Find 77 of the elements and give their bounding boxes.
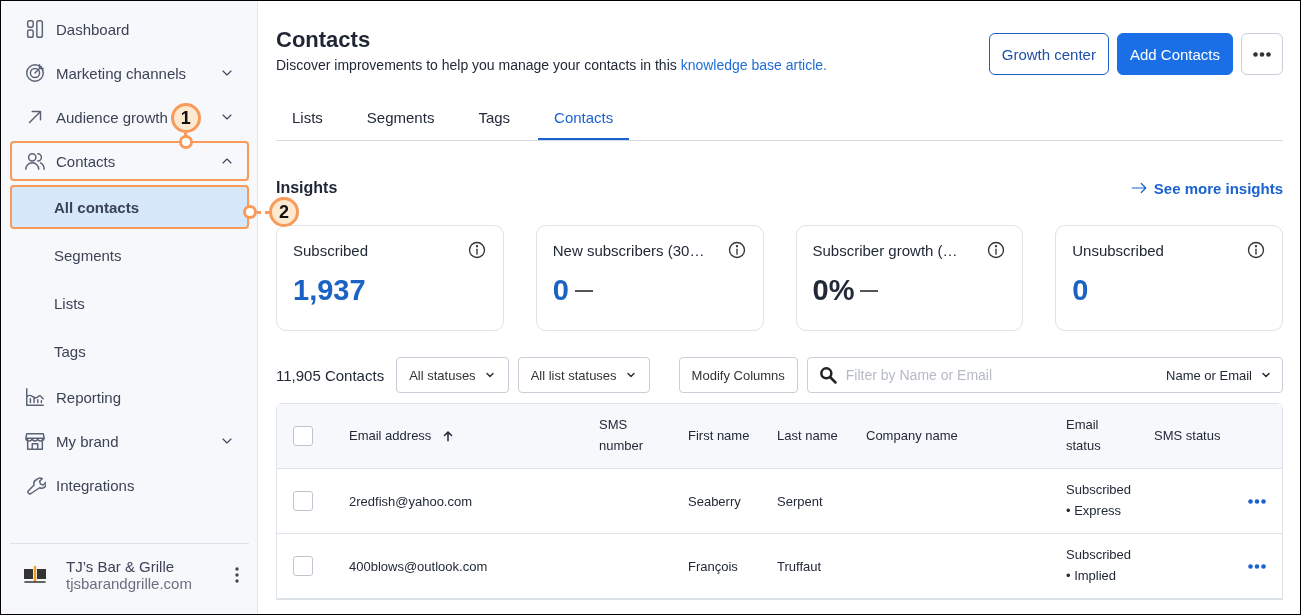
column-header[interactable]: Email address — [349, 425, 432, 447]
column-header[interactable]: First name — [688, 425, 750, 447]
see-more-insights-link[interactable]: See more insights — [1129, 179, 1283, 197]
sidebar-item[interactable]: Integrations — [56, 476, 135, 494]
ellipsis-icon — [1248, 563, 1266, 569]
search-scope-dropdown[interactable]: Name or Email — [1166, 367, 1272, 383]
stat-label: Subscribed — [293, 241, 369, 259]
stat-value: 0 — [552, 274, 569, 307]
sidebar-item[interactable]: My brand — [56, 432, 119, 450]
status-dropdown[interactable]: All list statuses — [517, 357, 650, 393]
status-dropdown[interactable]: All statuses — [396, 357, 509, 393]
modify-columns-button[interactable]: Modify Columns — [678, 357, 798, 393]
info-icon — [986, 240, 1007, 260]
wrench-icon — [24, 474, 46, 496]
tab[interactable]: Tags — [462, 99, 527, 140]
page-description: Discover improvements to help you manage your contacts in this knowledge base article. — [276, 57, 827, 73]
contacts-count: 11,905 Contacts — [276, 366, 385, 384]
row-actions-button[interactable] — [1248, 563, 1266, 569]
sidebar-item[interactable]: Contacts — [56, 152, 116, 170]
sidebar-item[interactable]: Audience growth — [56, 108, 168, 126]
table-cell: Serpent — [777, 493, 823, 509]
search-icon — [817, 365, 838, 385]
select-all-checkbox[interactable] — [293, 426, 313, 446]
info-icon — [726, 240, 747, 260]
stat-value: 1,937 — [293, 274, 366, 307]
row-actions-button[interactable] — [1248, 498, 1266, 504]
ellipsis-icon — [1248, 498, 1266, 504]
column-header[interactable]: SMS status — [1154, 425, 1221, 447]
tab[interactable]: Segments — [350, 99, 451, 140]
sidebar-item[interactable]: Reporting — [56, 388, 122, 406]
stat-label: New subscribers (30… — [552, 241, 705, 259]
sidebar-subitem[interactable]: Lists — [10, 281, 249, 325]
row-checkbox[interactable] — [293, 491, 313, 511]
storefront-icon — [24, 430, 46, 452]
column-header[interactable]: Last name — [777, 425, 838, 447]
sidebar-item[interactable]: Marketing channels — [56, 64, 187, 82]
growth-center-button[interactable]: Growth center — [988, 33, 1109, 75]
more-button[interactable] — [1241, 33, 1283, 75]
table-cell: Seaberry — [688, 493, 741, 509]
add-contacts-button[interactable]: Add Contacts — [1116, 33, 1233, 75]
section-heading: Insights — [276, 179, 338, 197]
target-icon — [24, 62, 46, 84]
row-checkbox[interactable] — [293, 556, 313, 576]
stat-value: 0 — [1072, 274, 1089, 307]
table-cell: François — [688, 558, 738, 574]
tab[interactable]: Lists — [276, 99, 339, 140]
stat-value: 0% — [812, 274, 855, 307]
table-cell-text: Subscribed — [1066, 481, 1132, 500]
sidebar-subitem[interactable]: Segments — [10, 233, 249, 277]
sidebar-item[interactable]: Dashboard — [56, 20, 130, 38]
grid-icon — [24, 18, 46, 40]
column-header[interactable]: SMS number — [599, 415, 655, 457]
stat-label: Unsubscribed — [1072, 241, 1164, 259]
table-cell-text: • Express — [1066, 502, 1123, 520]
info-icon — [466, 240, 487, 260]
column-header[interactable]: Company name — [866, 425, 958, 447]
kebab-icon — [235, 567, 239, 583]
chart-icon — [24, 386, 46, 408]
table-cell: 2redfish@yahoo.com — [349, 493, 473, 509]
account-name: TJ’s Bar & Grille — [66, 558, 176, 575]
sidebar-subitem[interactable]: All contacts — [10, 185, 249, 229]
ellipsis-icon — [1253, 51, 1271, 57]
table-cell-text: Subscribed — [1066, 546, 1132, 565]
tab[interactable]: Contacts — [538, 99, 630, 140]
stat-label: Subscriber growth (… — [812, 241, 958, 259]
search-field[interactable]: Filter by Name or Email Name or Email — [806, 357, 1283, 393]
table-cell-text: • Implied — [1066, 567, 1118, 585]
callout-number: 2 — [269, 197, 299, 227]
column-header[interactable]: Email status — [1066, 415, 1122, 457]
knowledge-base-link[interactable]: knowledge base article. — [680, 57, 827, 73]
info-icon — [1246, 240, 1266, 260]
table-cell: 400blows@outlook.com — [349, 558, 488, 574]
account-domain: tjsbarandgrille.com — [66, 575, 193, 592]
table-cell: Truffaut — [777, 558, 822, 574]
people-icon — [24, 150, 46, 172]
page-title: Contacts — [276, 27, 372, 53]
sidebar-subitem[interactable]: Tags — [10, 329, 249, 373]
